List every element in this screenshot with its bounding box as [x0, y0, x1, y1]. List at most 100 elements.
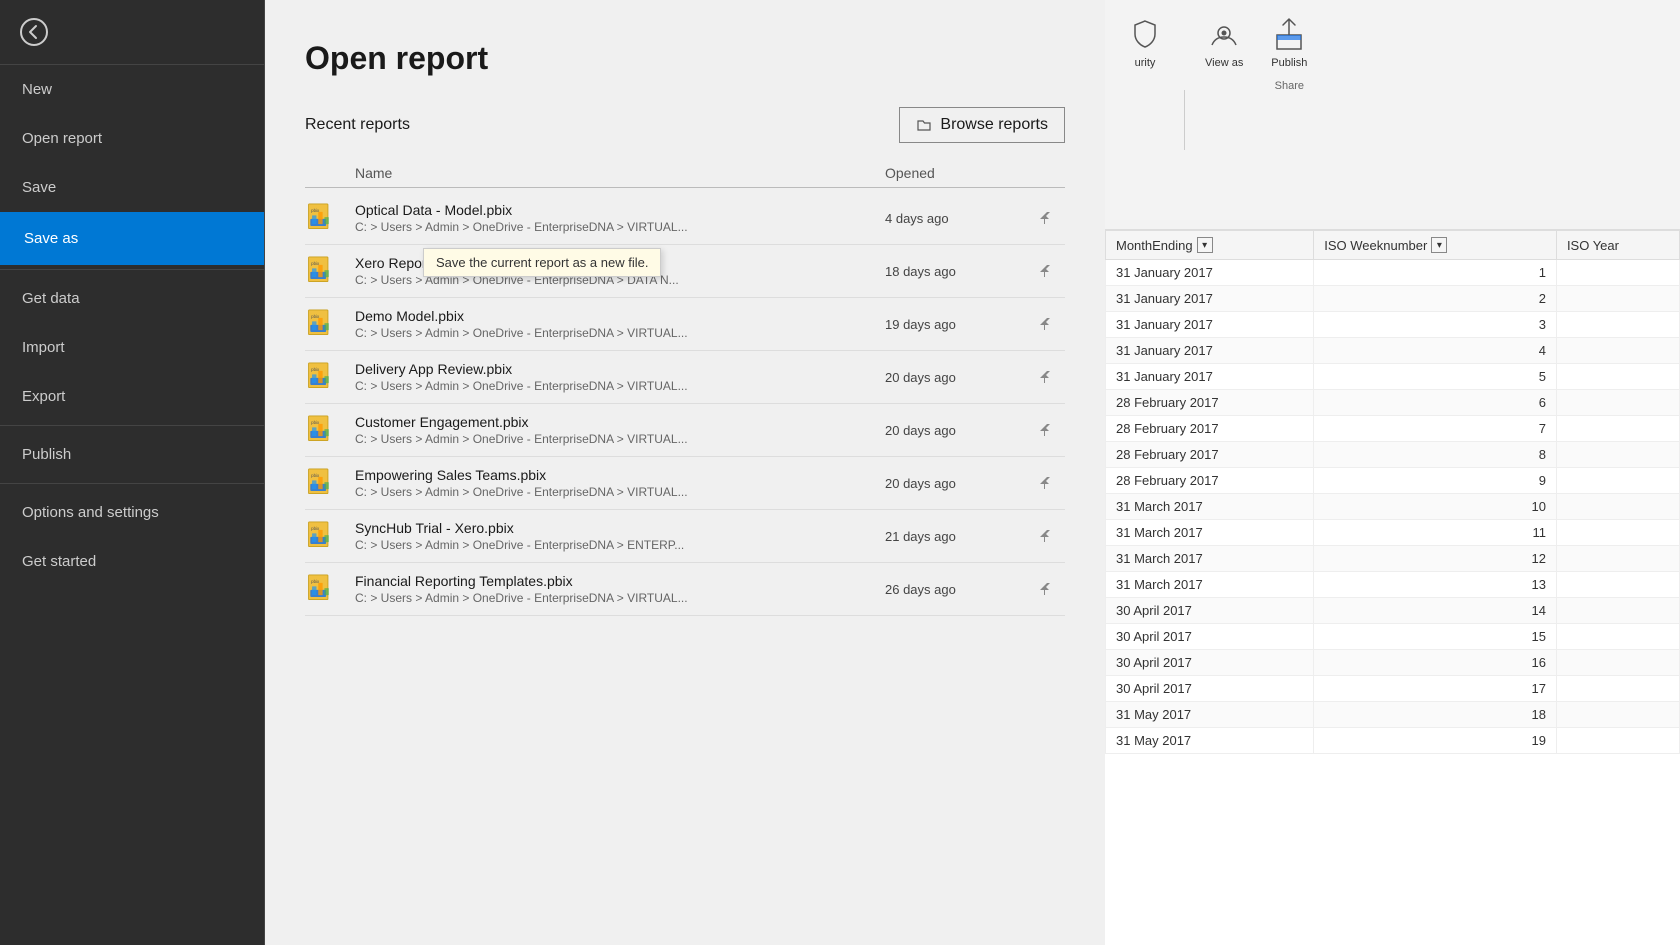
- cell-iso-year: [1556, 390, 1679, 416]
- table-row[interactable]: 28 February 2017 6: [1106, 390, 1680, 416]
- table-row[interactable]: 28 February 2017 7: [1106, 416, 1680, 442]
- data-table: MonthEnding ▾ ISO Weeknumber ▾: [1105, 230, 1680, 754]
- cell-month-ending: 31 January 2017: [1106, 312, 1314, 338]
- report-pin-col[interactable]: [1025, 528, 1065, 544]
- cell-iso-year: [1556, 676, 1679, 702]
- pin-icon: [1037, 210, 1053, 226]
- table-row[interactable]: 30 April 2017 17: [1106, 676, 1680, 702]
- col-header-iso-weeknumber: ISO Weeknumber ▾: [1314, 231, 1557, 260]
- report-pin-col[interactable]: [1025, 210, 1065, 226]
- report-row[interactable]: pbix Delivery App Review.pbix C: > Users…: [305, 351, 1065, 404]
- report-pin-col[interactable]: [1025, 475, 1065, 491]
- pbix-file-icon: pbix: [305, 309, 335, 339]
- ribbon-divider-1: [1184, 90, 1185, 150]
- report-row[interactable]: pbix Optical Data - Model.pbix C: > User…: [305, 192, 1065, 245]
- iso-weeknumber-filter-icon[interactable]: ▾: [1431, 237, 1447, 253]
- view-as-label: View as: [1205, 57, 1243, 69]
- cell-month-ending: 30 April 2017: [1106, 650, 1314, 676]
- ribbon-buttons: urity: [1105, 0, 1680, 229]
- report-row[interactable]: pbix Demo Model.pbix C: > Users > Admin …: [305, 298, 1065, 351]
- security-button[interactable]: urity: [1115, 10, 1175, 76]
- report-name-col: Delivery App Review.pbix C: > Users > Ad…: [355, 361, 885, 393]
- report-pin-col[interactable]: [1025, 263, 1065, 279]
- cell-iso-weeknumber: 16: [1314, 650, 1557, 676]
- reports-table-header: Name Opened: [305, 159, 1065, 188]
- table-row[interactable]: 31 January 2017 2: [1106, 286, 1680, 312]
- report-file-name: Optical Data - Model.pbix: [355, 202, 885, 218]
- cell-month-ending: 28 February 2017: [1106, 442, 1314, 468]
- report-name-col: Financial Reporting Templates.pbix C: > …: [355, 573, 885, 605]
- report-row[interactable]: pbix Customer Engagement.pbix C: > Users…: [305, 404, 1065, 457]
- sidebar-item-get-started[interactable]: Get started: [0, 537, 264, 586]
- sidebar-item-new[interactable]: New: [0, 65, 264, 114]
- svg-text:pbix: pbix: [311, 526, 320, 531]
- table-row[interactable]: 31 January 2017 3: [1106, 312, 1680, 338]
- cell-iso-weeknumber: 19: [1314, 728, 1557, 754]
- security-label: urity: [1135, 57, 1156, 69]
- back-button[interactable]: [0, 0, 264, 65]
- svg-text:pbix: pbix: [311, 314, 320, 319]
- table-row[interactable]: 30 April 2017 16: [1106, 650, 1680, 676]
- table-row[interactable]: 30 April 2017 15: [1106, 624, 1680, 650]
- table-row[interactable]: 31 January 2017 5: [1106, 364, 1680, 390]
- sidebar-item-publish[interactable]: Publish: [0, 430, 264, 479]
- cell-iso-weeknumber: 7: [1314, 416, 1557, 442]
- report-opened-col: 20 days ago: [885, 476, 1025, 491]
- report-opened-col: 20 days ago: [885, 423, 1025, 438]
- cell-iso-weeknumber: 6: [1314, 390, 1557, 416]
- report-name-col: Empowering Sales Teams.pbix C: > Users >…: [355, 467, 885, 499]
- report-row[interactable]: pbix SyncHub Trial - Xero.pbix C: > User…: [305, 510, 1065, 563]
- pin-icon: [1037, 316, 1053, 332]
- cell-iso-year: [1556, 260, 1679, 286]
- svg-text:pbix: pbix: [311, 473, 320, 478]
- cell-month-ending: 31 January 2017: [1106, 286, 1314, 312]
- month-ending-filter-icon[interactable]: ▾: [1197, 237, 1213, 253]
- table-row[interactable]: 31 March 2017 13: [1106, 572, 1680, 598]
- sidebar-item-save-as[interactable]: Save as: [0, 212, 264, 265]
- report-row[interactable]: pbix Financial Reporting Templates.pbix …: [305, 563, 1065, 616]
- cell-iso-weeknumber: 15: [1314, 624, 1557, 650]
- report-pin-col[interactable]: [1025, 581, 1065, 597]
- table-row[interactable]: 31 January 2017 4: [1106, 338, 1680, 364]
- report-pin-col[interactable]: [1025, 422, 1065, 438]
- table-row[interactable]: 31 March 2017 11: [1106, 520, 1680, 546]
- cell-month-ending: 28 February 2017: [1106, 468, 1314, 494]
- browse-reports-button[interactable]: Browse reports: [899, 107, 1065, 143]
- table-row[interactable]: 31 January 2017 1: [1106, 260, 1680, 286]
- report-opened-col: 26 days ago: [885, 582, 1025, 597]
- report-pin-col[interactable]: [1025, 369, 1065, 385]
- report-row[interactable]: pbix Xero Reporting.pbix C: > Users > Ad…: [305, 245, 1065, 298]
- cell-iso-weeknumber: 17: [1314, 676, 1557, 702]
- ribbon-publish-group: Publish Share: [1259, 10, 1319, 92]
- table-row[interactable]: 30 April 2017 14: [1106, 598, 1680, 624]
- view-as-button[interactable]: View as: [1194, 10, 1254, 76]
- cell-iso-weeknumber: 14: [1314, 598, 1557, 624]
- sidebar-item-import[interactable]: Import: [0, 323, 264, 372]
- publish-button[interactable]: Publish: [1259, 10, 1319, 76]
- table-row[interactable]: 31 May 2017 19: [1106, 728, 1680, 754]
- cell-iso-weeknumber: 1: [1314, 260, 1557, 286]
- recent-header: Recent reports Browse reports: [305, 107, 1065, 143]
- table-row[interactable]: 31 May 2017 18: [1106, 702, 1680, 728]
- sidebar-divider: [0, 269, 264, 270]
- table-row[interactable]: 28 February 2017 9: [1106, 468, 1680, 494]
- cell-iso-year: [1556, 572, 1679, 598]
- sidebar-item-get-data[interactable]: Get data: [0, 274, 264, 323]
- pin-icon: [1037, 581, 1053, 597]
- report-pin-col[interactable]: [1025, 316, 1065, 332]
- col-header-month-ending: MonthEnding ▾: [1106, 231, 1314, 260]
- publish-label: Publish: [1271, 57, 1307, 69]
- table-row[interactable]: 31 March 2017 12: [1106, 546, 1680, 572]
- sidebar-item-save[interactable]: Save: [0, 163, 264, 212]
- sidebar-item-options-and-settings[interactable]: Options and settings: [0, 488, 264, 537]
- sidebar-item-open-report[interactable]: Open report: [0, 114, 264, 163]
- sidebar-item-export[interactable]: Export: [0, 372, 264, 421]
- cell-iso-weeknumber: 3: [1314, 312, 1557, 338]
- cell-iso-year: [1556, 494, 1679, 520]
- cell-month-ending: 31 May 2017: [1106, 728, 1314, 754]
- table-row[interactable]: 31 March 2017 10: [1106, 494, 1680, 520]
- cell-month-ending: 31 January 2017: [1106, 364, 1314, 390]
- table-row[interactable]: 28 February 2017 8: [1106, 442, 1680, 468]
- cell-iso-year: [1556, 364, 1679, 390]
- report-row[interactable]: pbix Empowering Sales Teams.pbix C: > Us…: [305, 457, 1065, 510]
